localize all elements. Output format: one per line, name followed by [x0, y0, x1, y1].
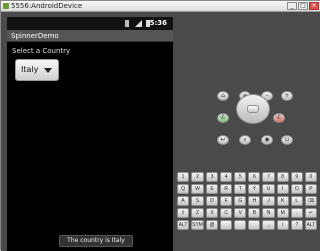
keyboard-key[interactable]: Q: [177, 184, 190, 194]
keyboard-key[interactable]: H: [248, 196, 261, 206]
app-title: SpinnerDemo: [11, 32, 59, 40]
keyboard-key[interactable]: K: [276, 196, 289, 206]
keyboard-key[interactable]: [248, 220, 261, 230]
keyboard-key[interactable]: D: [205, 196, 219, 206]
power-icon: ⏻: [284, 136, 290, 143]
keyboard-key[interactable]: C: [220, 208, 233, 218]
home-icon: ⌂: [221, 92, 225, 99]
keyboard-key[interactable]: R: [220, 184, 233, 194]
dpad-center-button[interactable]: [247, 105, 259, 113]
keyboard-key[interactable]: U: [262, 184, 275, 194]
home-button[interactable]: ⌂: [217, 91, 229, 101]
keyboard-key[interactable]: 7: [262, 172, 275, 182]
close-button[interactable]: ×: [309, 2, 319, 10]
keyboard-key[interactable]: W: [191, 184, 204, 194]
keyboard-key[interactable]: X: [205, 208, 219, 218]
keyboard-key[interactable]: I: [276, 184, 289, 194]
status-time: 5:36: [149, 19, 167, 27]
emulator-controls: ⌂ ≡ – + ✆ ✆ ↩ ⌕ ◉ ⏻: [181, 67, 311, 167]
keyboard-key[interactable]: F: [220, 196, 233, 206]
keyboard-key[interactable]: ⌫: [304, 196, 317, 206]
keyboard-key[interactable]: @: [205, 220, 219, 230]
keyboard-key[interactable]: /: [276, 220, 289, 230]
back-button[interactable]: ↩: [217, 135, 229, 145]
power-button[interactable]: ⏻: [281, 135, 293, 145]
toast-message: The country is Italy: [59, 235, 133, 247]
keyboard-key[interactable]: ,: [262, 220, 275, 230]
android-screen: 5:36 SpinnerDemo Select a Country Italy …: [7, 17, 173, 251]
spinner-selected-value: Italy: [21, 65, 39, 74]
end-call-button[interactable]: ✆: [273, 113, 285, 123]
volume-up-icon: +: [284, 92, 290, 99]
keyboard-key[interactable]: G: [234, 196, 247, 206]
app-title-bar: SpinnerDemo: [7, 30, 173, 42]
keyboard-key[interactable]: 1: [177, 172, 190, 182]
signal-icon: [135, 20, 142, 27]
keyboard-key[interactable]: 6: [248, 172, 261, 182]
keyboard-key[interactable]: SYM: [191, 220, 204, 230]
keyboard-key[interactable]: 8: [276, 172, 289, 182]
volume-down-icon: –: [265, 92, 269, 99]
keyboard-key[interactable]: 4: [220, 172, 233, 182]
call-icon: ✆: [220, 114, 226, 121]
usb-icon: [125, 20, 129, 27]
country-spinner[interactable]: Italy: [15, 59, 59, 81]
keyboard-key[interactable]: Y: [248, 184, 261, 194]
keyboard-key[interactable]: 2: [191, 172, 204, 182]
window-controls: _ □ ×: [287, 2, 319, 11]
keyboard-key[interactable]: E: [205, 184, 219, 194]
search-icon: ⌕: [243, 136, 247, 143]
window-title: 5556:AndroidDevice: [11, 2, 83, 10]
keyboard-key[interactable]: Z: [191, 208, 204, 218]
minimize-button[interactable]: _: [287, 2, 297, 10]
keyboard-key[interactable]: T: [234, 184, 247, 194]
status-bar: 5:36: [7, 17, 173, 30]
keyboard-key[interactable]: .: [290, 208, 303, 218]
keyboard-key[interactable]: M: [276, 208, 289, 218]
chevron-down-icon: [44, 68, 52, 73]
keyboard-key[interactable]: B: [248, 208, 261, 218]
keyboard-key[interactable]: 9: [290, 172, 303, 182]
app-icon: [3, 3, 9, 9]
keyboard-key[interactable]: ?: [290, 220, 303, 230]
search-button[interactable]: ⌕: [239, 135, 251, 145]
keyboard-key[interactable]: S: [191, 196, 204, 206]
camera-button[interactable]: ◉: [261, 135, 273, 145]
keyboard-key[interactable]: ↵: [304, 208, 317, 218]
window-titlebar: 5556:AndroidDevice _ □ ×: [1, 1, 320, 12]
keyboard-key[interactable]: L: [290, 196, 303, 206]
keyboard-key[interactable]: ALT: [177, 220, 190, 230]
hardware-keyboard: 1 2 3 4 5 6 7 8 9 0 Q W E R T Y U I O P A S D F G H J K L ⌫ ⇧ Z X C V B N M. ↵…: [177, 172, 317, 230]
end-call-icon: ✆: [276, 114, 282, 121]
back-icon: ↩: [220, 136, 226, 143]
keyboard-key[interactable]: 3: [205, 172, 219, 182]
keyboard-key[interactable]: N: [262, 208, 275, 218]
emulator-window: 5556:AndroidDevice _ □ × 5:36 SpinnerDem…: [0, 0, 320, 251]
keyboard-key[interactable]: [234, 220, 247, 230]
call-button[interactable]: ✆: [217, 113, 229, 123]
maximize-button[interactable]: □: [298, 2, 308, 10]
country-prompt: Select a Country: [12, 47, 71, 55]
keyboard-key[interactable]: [220, 220, 233, 230]
emulator-body: 5:36 SpinnerDemo Select a Country Italy …: [1, 12, 320, 251]
keyboard-key[interactable]: P: [304, 184, 317, 194]
keyboard-key[interactable]: 5: [234, 172, 247, 182]
keyboard-key[interactable]: ⇧: [177, 208, 190, 218]
keyboard-key[interactable]: V: [234, 208, 247, 218]
keyboard-key[interactable]: J: [262, 196, 275, 206]
volume-up-button[interactable]: +: [281, 91, 293, 101]
keyboard-key[interactable]: A: [177, 196, 190, 206]
keyboard-key[interactable]: 0: [304, 172, 317, 182]
dpad[interactable]: [236, 94, 270, 124]
keyboard-key[interactable]: O: [290, 184, 303, 194]
keyboard-key[interactable]: ALT: [304, 220, 317, 230]
camera-icon: ◉: [264, 136, 270, 143]
